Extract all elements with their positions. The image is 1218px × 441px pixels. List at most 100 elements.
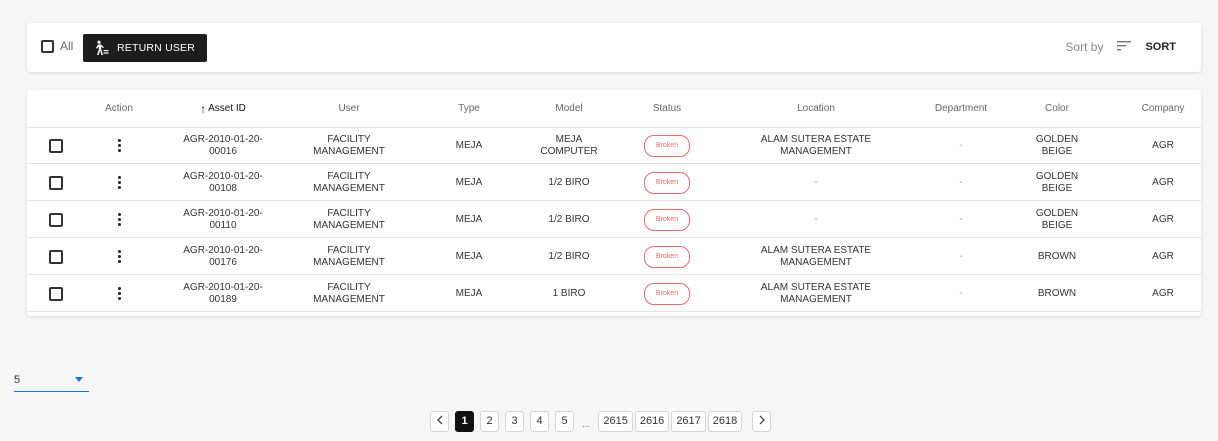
more-vertical-icon[interactable] (117, 248, 121, 265)
color-cell: GOLDEN BEIGE (1035, 170, 1079, 194)
table-row[interactable]: AGR-2010-01-20- 00016 FACILITY MANAGEMENT… (27, 128, 1201, 164)
row-checkbox[interactable] (49, 138, 63, 153)
type-cell: MEJA (455, 176, 483, 188)
company-cell: AGR (1152, 139, 1174, 151)
header-company[interactable]: Company (1135, 90, 1191, 127)
walking-person-icon (93, 40, 109, 56)
user-cell: FACILITY MANAGEMENT (313, 133, 385, 157)
status-cell: Broken (631, 202, 703, 237)
header-location[interactable]: Location (733, 90, 899, 127)
assets-table: Action ↑ Asset ID User Type Model Status… (27, 90, 1201, 316)
table-row[interactable]: AGR-2010-01-20- 00108 FACILITY MANAGEMENT… (27, 165, 1201, 201)
row-checkbox[interactable] (49, 286, 63, 301)
page-button[interactable]: 2616 (634, 410, 670, 432)
status-cell: Broken (631, 276, 703, 311)
department-cell: - (959, 213, 963, 225)
model-cell: 1/2 BIRO (548, 176, 590, 188)
header-type[interactable]: Type (441, 90, 497, 127)
sort-button[interactable]: SORT (1117, 40, 1176, 54)
asset-id-cell: AGR-2010-01-20- 00189 (183, 281, 263, 305)
table-row[interactable]: AGR-2010-01-20- 00176 FACILITY MANAGEMENT… (27, 239, 1201, 275)
type-cell: MEJA (455, 250, 483, 262)
header-department[interactable]: Department (911, 90, 1011, 127)
row-checkbox[interactable] (49, 175, 63, 190)
user-cell: FACILITY MANAGEMENT (313, 207, 385, 231)
type-cell: MEJA (455, 287, 483, 299)
row-checkbox-cell (41, 165, 71, 200)
sort-ascending-icon: ↑ (200, 101, 207, 116)
header-model[interactable]: Model (517, 90, 621, 127)
sort-control: Sort by SORT (1065, 40, 1176, 54)
sort-label: SORT (1145, 41, 1176, 53)
table-row[interactable]: AGR-2010-01-20- 00189 FACILITY MANAGEMENT… (27, 276, 1201, 312)
next-page-button[interactable] (752, 410, 772, 432)
location-cell: - (814, 176, 818, 188)
company-cell: AGR (1152, 176, 1174, 188)
status-badge: Broken (643, 282, 691, 305)
more-vertical-icon[interactable] (117, 211, 121, 228)
location-cell: - (814, 213, 818, 225)
table-toolbar: All RETURN USER Sort by SORT (27, 23, 1201, 72)
company-cell: AGR (1152, 287, 1174, 299)
status-cell: Broken (631, 128, 703, 163)
row-action-cell (99, 128, 139, 163)
asset-id-cell: AGR-2010-01-20- 00016 (183, 133, 263, 157)
status-badge: Broken (643, 134, 691, 157)
rows-per-page-select[interactable]: 5 (14, 368, 89, 392)
row-checkbox-cell (41, 202, 71, 237)
chevron-right-icon (758, 415, 766, 428)
prev-page-button[interactable] (430, 410, 449, 432)
row-action-cell (99, 239, 139, 274)
type-cell: MEJA (455, 139, 483, 151)
user-cell: FACILITY MANAGEMENT (313, 244, 385, 268)
department-cell: - (959, 176, 963, 188)
page-button[interactable]: 1 (455, 410, 474, 432)
row-action-cell (99, 202, 139, 237)
header-action: Action (105, 102, 133, 114)
user-cell: FACILITY MANAGEMENT (313, 170, 385, 194)
status-badge: Broken (643, 245, 691, 268)
header-asset-id[interactable]: ↑ Asset ID (167, 90, 279, 127)
asset-id-cell: AGR-2010-01-20- 00110 (183, 207, 263, 231)
return-user-button[interactable]: RETURN USER (83, 34, 207, 62)
pagination-ellipsis: ... (582, 418, 591, 430)
page-button[interactable]: 2 (480, 410, 499, 432)
status-cell: Broken (631, 165, 703, 200)
department-cell: - (959, 250, 963, 262)
more-vertical-icon[interactable] (117, 285, 121, 302)
select-all-checkbox[interactable] (41, 39, 54, 53)
location-cell: ALAM SUTERA ESTATE MANAGEMENT (760, 244, 872, 268)
header-user[interactable]: User (289, 90, 409, 127)
type-cell: MEJA (455, 213, 483, 225)
page-button[interactable]: 4 (530, 410, 549, 432)
color-cell: GOLDEN BEIGE (1035, 133, 1079, 157)
sort-by-label: Sort by (1065, 40, 1104, 54)
more-vertical-icon[interactable] (117, 174, 121, 191)
chevron-left-icon (436, 415, 444, 428)
page-button[interactable]: 2615 (598, 410, 633, 432)
asset-id-cell: AGR-2010-01-20- 00108 (183, 170, 263, 194)
department-cell: - (959, 287, 963, 299)
page-button[interactable]: 5 (555, 410, 574, 432)
model-cell: 1 BIRO (552, 287, 586, 299)
row-action-cell (99, 165, 139, 200)
row-checkbox[interactable] (49, 212, 63, 227)
page-button[interactable]: 3 (505, 410, 524, 432)
select-all-label: All (60, 39, 74, 53)
header-status[interactable]: Status (631, 90, 703, 127)
select-all[interactable]: All (41, 39, 73, 53)
status-cell: Broken (631, 239, 703, 274)
page-button[interactable]: 2617 (671, 410, 706, 432)
color-cell: BROWN (1037, 250, 1077, 262)
asset-id-cell: AGR-2010-01-20- 00176 (183, 244, 263, 268)
header-color[interactable]: Color (1025, 90, 1089, 127)
status-badge: Broken (643, 208, 691, 231)
rows-per-page-value: 5 (14, 373, 21, 386)
more-vertical-icon[interactable] (117, 137, 121, 154)
page-button[interactable]: 2618 (707, 410, 743, 432)
pagination: 12345 ... 2615 2616 2617 2618 (430, 410, 772, 432)
location-cell: ALAM SUTERA ESTATE MANAGEMENT (760, 281, 872, 305)
row-checkbox-cell (41, 239, 71, 274)
row-checkbox[interactable] (49, 249, 63, 264)
table-row[interactable]: AGR-2010-01-20- 00110 FACILITY MANAGEMENT… (27, 202, 1201, 238)
